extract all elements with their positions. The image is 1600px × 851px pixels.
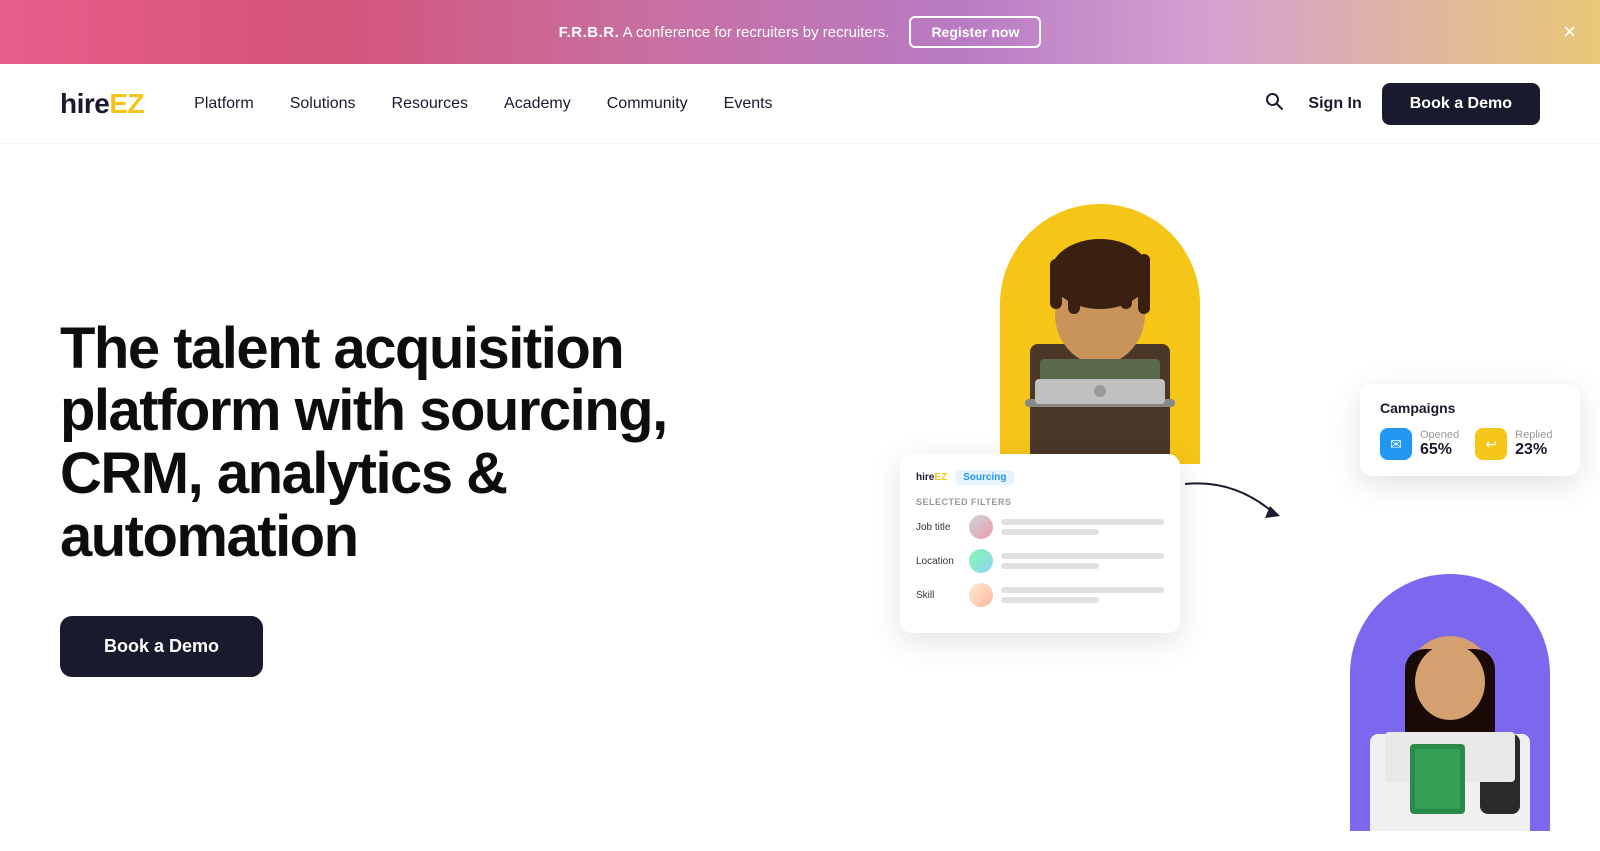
nav-links: Platform Solutions Resources Academy Com… (194, 95, 1260, 113)
nav-platform[interactable]: Platform (194, 95, 254, 113)
nav-community[interactable]: Community (607, 95, 688, 113)
logo-link[interactable]: hireEZ (60, 88, 144, 120)
hero-section: The talent acquisition platform with sou… (0, 144, 1600, 831)
banner-bold: F.R.B.R. (559, 24, 620, 41)
banner-close-button[interactable]: × (1563, 21, 1576, 43)
person2-card (1350, 574, 1550, 831)
hero-cta-button[interactable]: Book a Demo (60, 616, 263, 677)
opened-label: Opened (1420, 429, 1459, 441)
register-now-button[interactable]: Register now (909, 16, 1041, 48)
hero-content: The talent acquisition platform with sou… (60, 318, 780, 678)
sourcing-header: hireEZ Sourcing (916, 470, 1164, 485)
sourcing-card: hireEZ Sourcing Selected Filters Job tit… (900, 454, 1180, 633)
filter-row-location: Location (916, 549, 1164, 573)
sourcing-logo: hireEZ (916, 472, 947, 483)
campaigns-stats: ✉ Opened 65% ↩ Replied 23% (1380, 428, 1560, 460)
person2-image (1350, 574, 1550, 831)
filter-location-label: Location (916, 556, 961, 567)
replied-stat: ↩ Replied 23% (1475, 428, 1552, 460)
announcement-banner: F.R.B.R. A conference for recruiters by … (0, 0, 1600, 64)
nav-solutions[interactable]: Solutions (290, 95, 356, 113)
sourcing-badge: Sourcing (955, 470, 1014, 485)
nav-resources[interactable]: Resources (392, 95, 468, 113)
search-icon[interactable] (1260, 87, 1288, 121)
logo-ez-text: EZ (109, 88, 144, 120)
person1-image (1000, 204, 1200, 464)
nav-academy[interactable]: Academy (504, 95, 571, 113)
opened-icon: ✉ (1380, 428, 1412, 460)
book-demo-nav-button[interactable]: Book a Demo (1382, 83, 1540, 125)
hero-illustration: Campaigns ✉ Opened 65% ↩ Replied 23% (900, 184, 1600, 831)
filter-row-jobtitle: Job title (916, 515, 1164, 539)
replied-value: 23% (1515, 441, 1552, 459)
nav-actions: Sign In Book a Demo (1260, 83, 1540, 125)
opened-stat: ✉ Opened 65% (1380, 428, 1459, 460)
banner-text: F.R.B.R. A conference for recruiters by … (559, 24, 890, 41)
campaigns-title: Campaigns (1380, 400, 1560, 416)
opened-value: 65% (1420, 441, 1459, 459)
hero-headline: The talent acquisition platform with sou… (60, 318, 780, 569)
arrow-icon (1175, 474, 1295, 534)
filter-row-skill: Skill (916, 583, 1164, 607)
filters-label: Selected Filters (916, 497, 1164, 507)
filter-avatar-1 (969, 515, 993, 539)
filter-jobtitle-label: Job title (916, 522, 961, 533)
filter-avatar-3 (969, 583, 993, 607)
filter-skill-label: Skill (916, 590, 961, 601)
replied-icon: ↩ (1475, 428, 1507, 460)
campaigns-card: Campaigns ✉ Opened 65% ↩ Replied 23% (1360, 384, 1580, 476)
person1-card (1000, 204, 1200, 464)
sign-in-button[interactable]: Sign In (1308, 95, 1361, 113)
logo-hire-text: hire (60, 88, 109, 120)
main-navigation: hireEZ Platform Solutions Resources Acad… (0, 64, 1600, 144)
filter-avatar-2 (969, 549, 993, 573)
replied-label: Replied (1515, 429, 1552, 441)
nav-events[interactable]: Events (724, 95, 773, 113)
